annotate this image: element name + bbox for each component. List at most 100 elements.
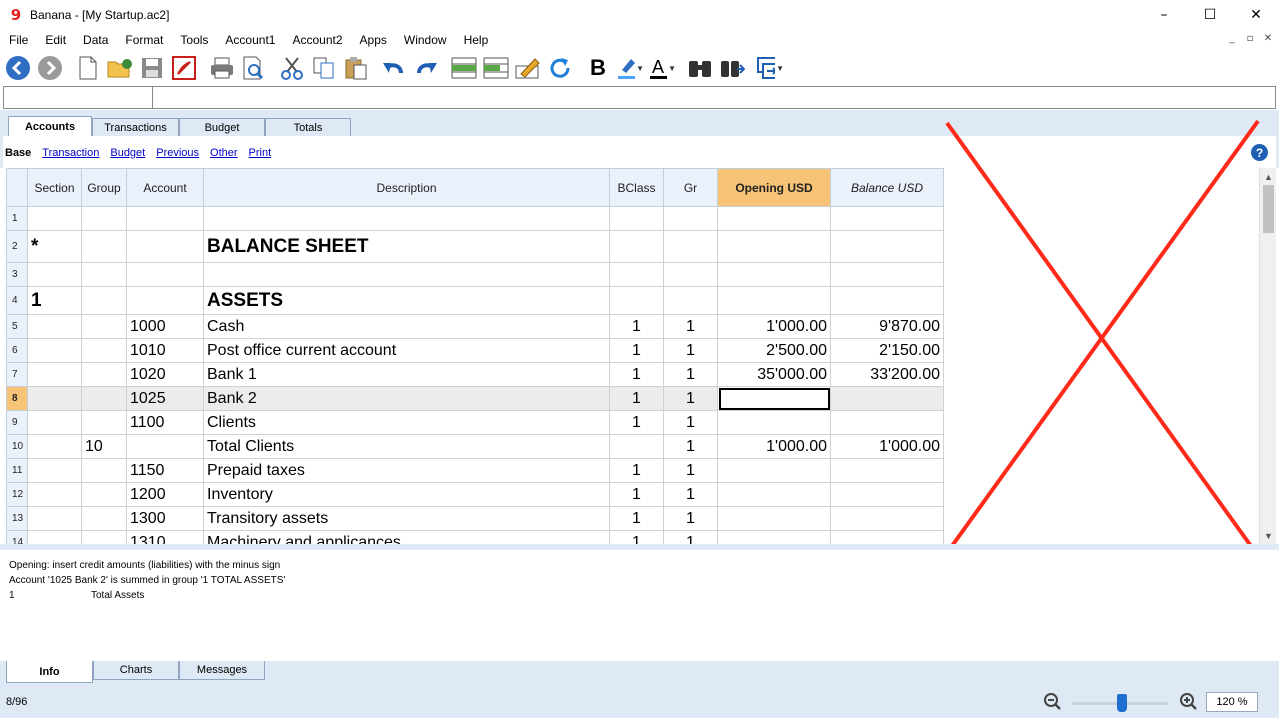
menu-account1[interactable]: Account1	[216, 33, 283, 47]
font-color-button[interactable]: A ▼	[648, 53, 676, 83]
cell-opening-usd[interactable]	[717, 482, 831, 507]
cell-description[interactable]: Post office current account	[203, 338, 610, 363]
cell-account[interactable]: 1300	[126, 506, 204, 531]
new-file-button[interactable]	[74, 53, 102, 83]
cell-section[interactable]: 1	[27, 286, 82, 315]
column-header-balance-usd[interactable]: Balance USD	[830, 168, 944, 207]
row-number[interactable]: 4	[6, 286, 28, 315]
cell-account[interactable]	[126, 206, 204, 231]
cell-account[interactable]: 1010	[126, 338, 204, 363]
vertical-scrollbar[interactable]: ▲ ▼	[1259, 168, 1276, 544]
recalculate-button[interactable]	[546, 53, 574, 83]
cell-group[interactable]	[81, 458, 127, 483]
cell-section[interactable]	[27, 338, 82, 363]
table-row[interactable]: 3	[6, 262, 944, 287]
row-number[interactable]: 12	[6, 482, 28, 507]
cell-description[interactable]: Transitory assets	[203, 506, 610, 531]
cell-balance-usd[interactable]	[830, 286, 944, 315]
window-switch-dropdown-icon[interactable]: ▼	[776, 64, 784, 73]
row-number[interactable]: 9	[6, 410, 28, 435]
row-number[interactable]: 5	[6, 314, 28, 339]
cell-account[interactable]	[126, 434, 204, 459]
print-button[interactable]	[208, 53, 236, 83]
cell-opening-usd[interactable]: 2'500.00	[717, 338, 831, 363]
column-header-opening-usd[interactable]: Opening USD	[717, 168, 831, 207]
cut-button[interactable]	[278, 53, 306, 83]
scroll-up-icon[interactable]: ▲	[1260, 168, 1276, 185]
column-header-description[interactable]: Description	[203, 168, 610, 207]
forward-button[interactable]	[36, 53, 64, 83]
view-base[interactable]: Base	[5, 147, 31, 159]
cell-bclass[interactable]: 1	[609, 386, 664, 411]
cell-bclass[interactable]	[609, 262, 664, 287]
doc-close-icon[interactable]: ✕	[1261, 33, 1275, 44]
edit-cell-button[interactable]	[514, 53, 542, 83]
insert-rows-button[interactable]	[450, 53, 478, 83]
minimize-button[interactable]: –	[1141, 0, 1187, 30]
cell-group[interactable]	[81, 482, 127, 507]
help-icon[interactable]: ?	[1251, 144, 1268, 161]
cell-account[interactable]: 1310	[126, 530, 204, 544]
cell-group[interactable]: 10	[81, 434, 127, 459]
cell-reference-field[interactable]	[4, 87, 153, 108]
tab-accounts[interactable]: Accounts	[8, 116, 92, 136]
tab-budget[interactable]: Budget	[179, 118, 265, 136]
highlight-dropdown-icon[interactable]: ▼	[636, 64, 644, 73]
cell-bclass[interactable]: 1	[609, 530, 664, 544]
cell-group[interactable]	[81, 530, 127, 544]
print-preview-button[interactable]	[240, 53, 268, 83]
cell-group[interactable]	[81, 286, 127, 315]
view-other-link[interactable]: Other	[210, 147, 238, 159]
cell-balance-usd[interactable]	[830, 530, 944, 544]
row-number[interactable]: 3	[6, 262, 28, 287]
doc-minimize-icon[interactable]: _	[1225, 33, 1239, 44]
cell-gr[interactable]	[663, 230, 718, 263]
cell-description[interactable]	[203, 206, 610, 231]
row-number[interactable]: 8	[6, 386, 28, 411]
column-header-account[interactable]: Account	[126, 168, 204, 207]
undo-button[interactable]	[380, 53, 408, 83]
row-number[interactable]: 14	[6, 530, 28, 544]
menu-account2[interactable]: Account2	[283, 33, 350, 47]
menu-data[interactable]: Data	[74, 33, 116, 47]
cell-section[interactable]	[27, 434, 82, 459]
delete-rows-button[interactable]	[482, 53, 510, 83]
table-row[interactable]: 1	[6, 206, 944, 231]
row-number[interactable]: 7	[6, 362, 28, 387]
cell-section[interactable]: *	[27, 230, 82, 263]
column-header-section[interactable]: Section	[27, 168, 82, 207]
cell-opening-usd[interactable]: 35'000.00	[717, 362, 831, 387]
cell-account[interactable]: 1100	[126, 410, 204, 435]
close-button[interactable]: ✕	[1233, 0, 1279, 30]
cell-bclass[interactable]: 1	[609, 314, 664, 339]
cell-opening-usd[interactable]	[717, 410, 831, 435]
zoom-out-icon[interactable]	[1043, 692, 1063, 712]
tab-charts[interactable]: Charts	[93, 661, 179, 680]
cell-account[interactable]	[126, 230, 204, 263]
cell-balance-usd[interactable]	[830, 410, 944, 435]
menu-apps[interactable]: Apps	[351, 33, 395, 47]
cell-account[interactable]: 1020	[126, 362, 204, 387]
menu-window[interactable]: Window	[395, 33, 455, 47]
bold-button[interactable]: B	[584, 53, 612, 83]
menu-help[interactable]: Help	[455, 33, 497, 47]
view-budget-link[interactable]: Budget	[110, 147, 145, 159]
zoom-in-icon[interactable]	[1179, 692, 1199, 712]
column-header-bclass[interactable]: BClass	[609, 168, 664, 207]
cell-gr[interactable]: 1	[663, 314, 718, 339]
cell-balance-usd[interactable]: 2'150.00	[830, 338, 944, 363]
cell-opening-usd[interactable]	[717, 230, 831, 263]
cell-opening-usd[interactable]: 1'000.00	[717, 314, 831, 339]
cell-balance-usd[interactable]	[830, 458, 944, 483]
table-row[interactable]: 6 1010 Post office current account 1 1 2'500.…	[6, 338, 944, 363]
cell-account[interactable]: 1150	[126, 458, 204, 483]
cell-group[interactable]	[81, 338, 127, 363]
menu-edit[interactable]: Edit	[36, 33, 74, 47]
window-switch-button[interactable]: ▼	[756, 53, 784, 83]
scrollbar-thumb[interactable]	[1263, 185, 1274, 233]
row-number[interactable]: 10	[6, 434, 28, 459]
view-print-link[interactable]: Print	[249, 147, 272, 159]
font-color-dropdown-icon[interactable]: ▼	[668, 64, 676, 73]
table-row[interactable]: 2 * BALANCE SHEET	[6, 230, 944, 263]
cell-gr[interactable]: 1	[663, 362, 718, 387]
